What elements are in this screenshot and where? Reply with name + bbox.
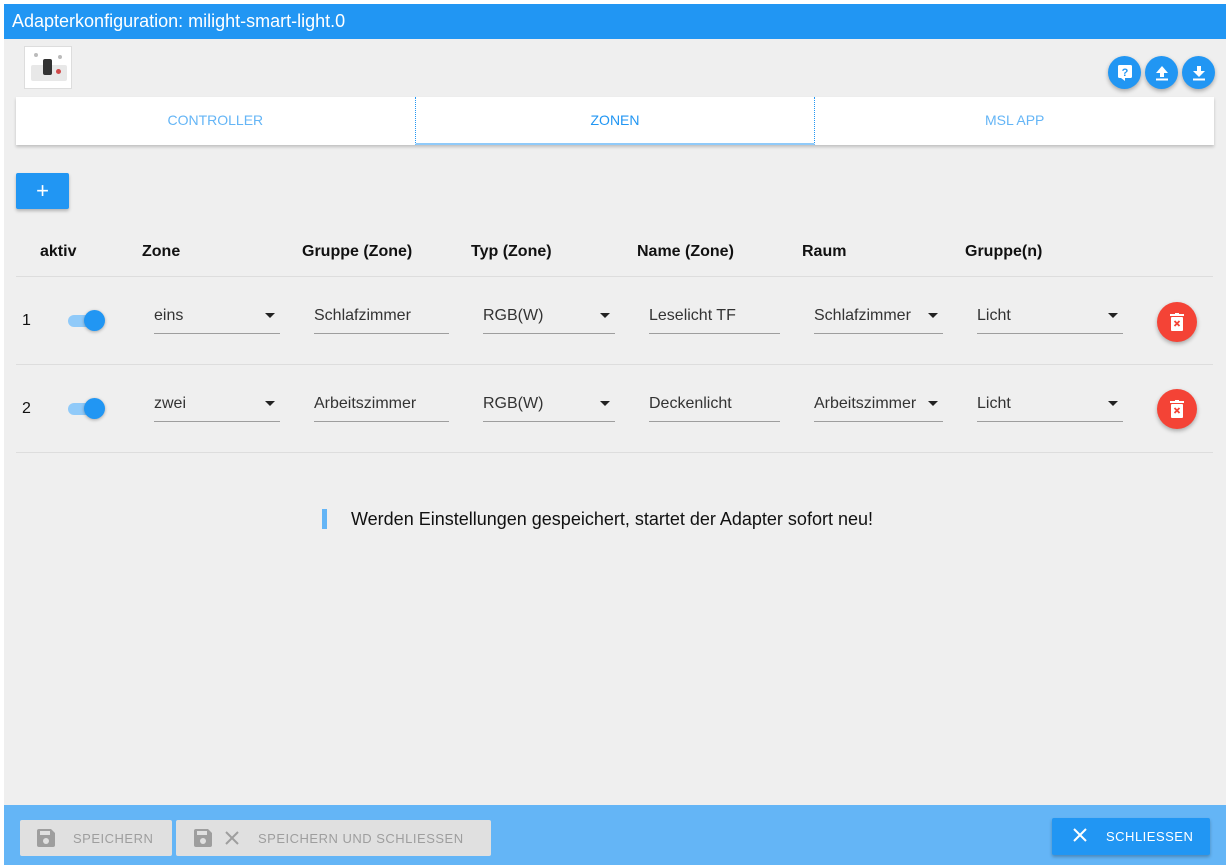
typ-select[interactable]: RGB(W) (483, 386, 615, 422)
close-button[interactable]: SCHLIESSEN (1052, 818, 1210, 855)
delete-row-button[interactable] (1157, 389, 1197, 429)
column-header-name: Name (Zone) (637, 243, 734, 260)
restart-notice: Werden Einstellungen gespeichert, starte… (322, 509, 873, 529)
main-content: ? CONTROLLER ZONEN MSL APP + aktiv Zone … (4, 39, 1226, 805)
table-divider (16, 276, 1213, 277)
chevron-down-icon (1108, 401, 1118, 406)
close-icon (225, 831, 239, 845)
tab-msl-app[interactable]: MSL APP (815, 97, 1214, 145)
upload-button[interactable] (1145, 56, 1178, 89)
column-header-gruppen: Gruppe(n) (965, 243, 1043, 260)
table-divider (16, 364, 1213, 365)
chevron-down-icon (600, 313, 610, 318)
chevron-down-icon (1108, 313, 1118, 318)
raum-select[interactable]: Arbeitszimmer (814, 386, 943, 422)
close-icon (1073, 828, 1087, 842)
chevron-down-icon (600, 401, 610, 406)
aktiv-toggle[interactable] (68, 398, 106, 420)
gruppen-select[interactable]: Licht (977, 386, 1123, 422)
add-zone-button[interactable]: + (16, 173, 69, 209)
download-icon (1192, 65, 1205, 80)
download-button[interactable] (1182, 56, 1215, 89)
delete-row-button[interactable] (1157, 302, 1197, 342)
save-button[interactable]: SPEICHERN (20, 820, 172, 856)
save-icon (194, 829, 212, 847)
table-divider (16, 452, 1213, 453)
column-header-aktiv: aktiv (40, 243, 77, 260)
name-field[interactable]: Deckenlicht (649, 386, 780, 422)
tab-controller[interactable]: CONTROLLER (16, 97, 415, 145)
svg-text:?: ? (1121, 67, 1128, 79)
delete-icon (1170, 313, 1184, 331)
save-icon (37, 829, 55, 847)
tab-bar: CONTROLLER ZONEN MSL APP (16, 97, 1214, 145)
column-header-raum: Raum (802, 243, 847, 260)
window-title: Adapterkonfiguration: milight-smart-ligh… (4, 4, 1226, 39)
chevron-down-icon (265, 401, 275, 406)
zone-select[interactable]: zwei (154, 386, 280, 422)
footer-bar: SPEICHERN SPEICHERN UND SCHLIESSEN SCHLI… (4, 805, 1226, 865)
tab-zonen[interactable]: ZONEN (414, 97, 816, 145)
typ-select[interactable]: RGB(W) (483, 298, 615, 334)
column-header-typ: Typ (Zone) (471, 243, 552, 260)
chevron-down-icon (928, 401, 938, 406)
column-header-gruppe-zone: Gruppe (Zone) (302, 243, 413, 260)
help-icon: ? (1117, 64, 1132, 81)
name-field[interactable]: Leselicht TF (649, 298, 780, 334)
gruppe-zone-field[interactable]: Schlafzimmer (314, 298, 449, 334)
zone-select[interactable]: eins (154, 298, 280, 334)
adapter-logo (24, 46, 72, 89)
row-number: 1 (22, 312, 31, 329)
row-number: 2 (22, 400, 31, 417)
raum-select[interactable]: Schlafzimmer (814, 298, 943, 334)
chevron-down-icon (928, 313, 938, 318)
save-and-close-button[interactable]: SPEICHERN UND SCHLIESSEN (176, 820, 491, 856)
help-button[interactable]: ? (1108, 56, 1141, 89)
gruppen-select[interactable]: Licht (977, 298, 1123, 334)
chevron-down-icon (265, 313, 275, 318)
column-header-zone: Zone (142, 243, 181, 260)
delete-icon (1170, 400, 1184, 418)
aktiv-toggle[interactable] (68, 310, 106, 332)
upload-icon (1155, 65, 1168, 80)
gruppe-zone-field[interactable]: Arbeitszimmer (314, 386, 449, 422)
